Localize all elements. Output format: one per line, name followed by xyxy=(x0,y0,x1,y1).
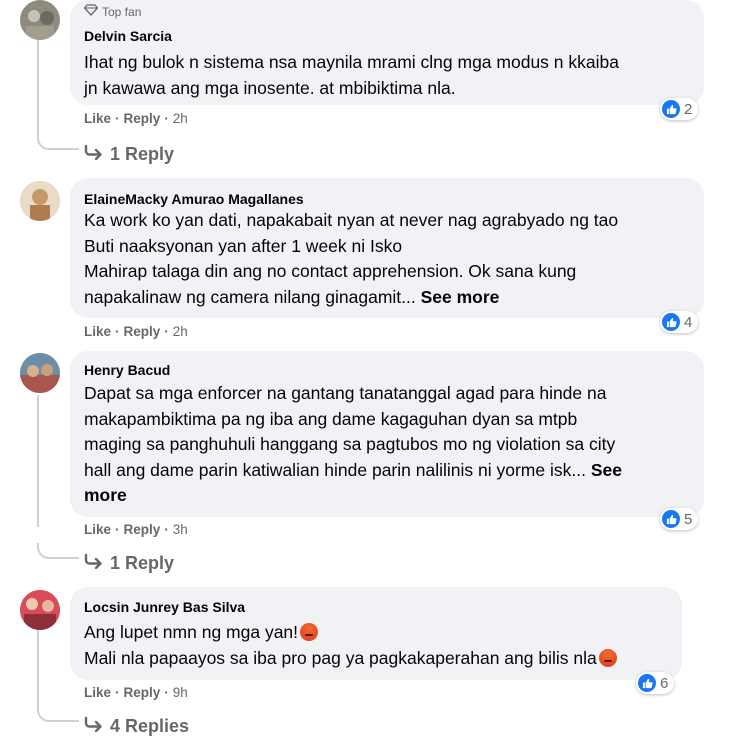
view-replies-button[interactable]: 4 Replies xyxy=(84,716,189,737)
comment-actions: Like · Reply · 2h xyxy=(84,111,188,126)
like-button[interactable]: Like xyxy=(84,522,111,537)
see-more-link[interactable]: more xyxy=(84,485,127,505)
comment-timestamp[interactable]: 9h xyxy=(173,685,188,700)
reaction-count[interactable]: 4 xyxy=(660,311,699,333)
comment-timestamp[interactable]: 2h xyxy=(173,111,188,126)
like-icon xyxy=(662,313,680,331)
thread-line xyxy=(37,40,39,140)
comment-text: Ang lupet nmn ng mga yan! Mali nla papaa… xyxy=(84,620,617,671)
comment-bubble: Top fan Delvin Sarcia Ihat ng bulok n si… xyxy=(70,0,704,105)
comment-author[interactable]: Locsin Junrey Bas Silva xyxy=(84,599,245,615)
top-fan-diamond-icon xyxy=(83,4,99,19)
avatar[interactable] xyxy=(20,353,60,393)
avatar[interactable] xyxy=(20,0,60,40)
comment-actions: Like · Reply · 2h xyxy=(84,324,188,339)
comment-bubble: Henry Bacud Dapat sa mga enforcer na gan… xyxy=(70,351,704,517)
comment-timestamp[interactable]: 2h xyxy=(173,324,188,339)
like-button[interactable]: Like xyxy=(84,685,111,700)
thread-connector xyxy=(37,543,79,559)
see-more-link[interactable]: See xyxy=(591,460,622,480)
like-button[interactable]: Like xyxy=(84,324,111,339)
comment-text: Dapat sa mga enforcer na gantang tanatan… xyxy=(84,383,622,505)
thread-line xyxy=(37,630,39,712)
reply-arrow-icon xyxy=(84,144,104,165)
thread-connector xyxy=(37,134,79,150)
like-icon xyxy=(662,100,680,118)
reaction-count[interactable]: 6 xyxy=(636,672,675,694)
thread-line xyxy=(37,395,39,527)
comment-author[interactable]: ElaineMacky Amurao Magallanes xyxy=(84,191,304,207)
comment-bubble: Locsin Junrey Bas Silva Ang lupet nmn ng… xyxy=(70,587,682,680)
comment-author[interactable]: Henry Bacud xyxy=(84,362,170,378)
reply-button[interactable]: Reply xyxy=(124,522,161,537)
reply-button[interactable]: Reply xyxy=(124,324,161,339)
angry-emoji-icon xyxy=(598,648,617,667)
reply-arrow-icon xyxy=(84,716,104,737)
comment-text: Ka work ko yan dati, napakabait nyan at … xyxy=(84,210,619,307)
reply-arrow-icon xyxy=(84,553,104,574)
reaction-count[interactable]: 2 xyxy=(660,98,699,120)
comment-actions: Like · Reply · 9h xyxy=(84,685,188,700)
top-fan-badge: Top fan xyxy=(83,4,141,19)
comment-author[interactable]: Delvin Sarcia xyxy=(84,28,172,44)
like-icon xyxy=(638,674,656,692)
avatar[interactable] xyxy=(20,590,60,630)
comment-timestamp[interactable]: 3h xyxy=(173,522,188,537)
avatar[interactable] xyxy=(20,181,60,221)
reply-button[interactable]: Reply xyxy=(124,685,161,700)
see-more-link[interactable]: See more xyxy=(421,287,500,307)
view-replies-button[interactable]: 1 Reply xyxy=(84,144,174,165)
comment-bubble: ElaineMacky Amurao Magallanes Ka work ko… xyxy=(70,178,704,318)
angry-emoji-icon xyxy=(300,623,319,641)
comment-actions: Like · Reply · 3h xyxy=(84,522,188,537)
thread-connector xyxy=(37,706,79,722)
view-replies-button[interactable]: 1 Reply xyxy=(84,553,174,574)
comment-text: Ihat ng bulok n sistema nsa maynila mram… xyxy=(84,52,619,98)
reaction-count[interactable]: 5 xyxy=(660,508,699,530)
reply-button[interactable]: Reply xyxy=(124,111,161,126)
like-icon xyxy=(662,510,680,528)
like-button[interactable]: Like xyxy=(84,111,111,126)
